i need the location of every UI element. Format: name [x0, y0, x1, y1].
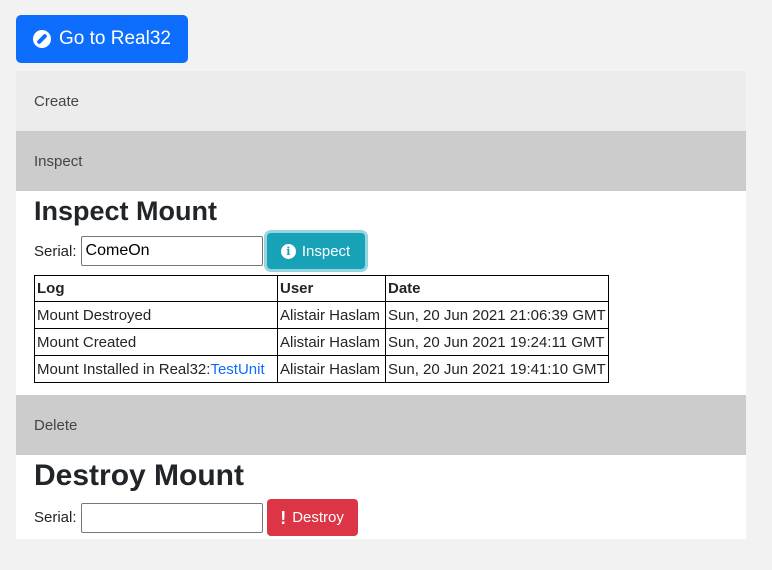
- destroy-serial-input[interactable]: [80, 502, 263, 533]
- destroy-button[interactable]: ! Destroy: [266, 499, 358, 536]
- destroy-serial-label: Serial:: [34, 509, 77, 526]
- inspect-button[interactable]: i Inspect: [266, 233, 365, 269]
- create-header-label: Create: [34, 92, 80, 110]
- go-to-real32-label: Go to Real32: [59, 28, 171, 49]
- inspect-serial-row: Serial: i Inspect: [34, 233, 728, 269]
- inspect-mount-title: Inspect Mount: [34, 196, 217, 226]
- info-icon: i: [280, 243, 296, 259]
- user-cell: Alistair Haslam: [277, 355, 386, 383]
- go-to-real32-button[interactable]: Go to Real32: [16, 15, 188, 63]
- date-cell: Sun, 20 Jun 2021 19:24:11 GMT: [385, 328, 609, 356]
- date-column-header: Date: [385, 275, 609, 302]
- table-row: Mount Destroyed Alistair Haslam Sun, 20 …: [34, 301, 609, 329]
- destroy-mount-title: Destroy Mount: [34, 459, 244, 492]
- log-cell-text: Mount Installed in Real32:: [37, 360, 211, 378]
- date-cell: Sun, 20 Jun 2021 19:41:10 GMT: [385, 355, 609, 383]
- create-section-header[interactable]: Create: [16, 71, 746, 131]
- log-cell: Mount Created: [34, 328, 278, 356]
- inspect-panel: Inspect Mount Serial: i Inspect Log User…: [16, 191, 746, 395]
- delete-section-header[interactable]: Delete: [16, 395, 746, 455]
- user-cell: Alistair Haslam: [277, 301, 386, 329]
- log-cell: Mount Destroyed: [34, 301, 278, 329]
- inspect-serial-label: Serial:: [34, 242, 77, 260]
- user-column-header: User: [277, 275, 386, 302]
- exclamation-icon: !: [280, 507, 287, 528]
- accordion: Create Inspect Inspect Mount Serial: i I…: [16, 71, 746, 539]
- destroy-button-label: Destroy: [292, 509, 344, 526]
- inspect-header-label: Inspect: [34, 152, 83, 170]
- table-row: Mount Created Alistair Haslam Sun, 20 Ju…: [34, 328, 609, 356]
- table-row: Mount Installed in Real32:TestUnit Alist…: [34, 355, 609, 383]
- destroy-serial-row: Serial: ! Destroy: [34, 499, 728, 536]
- user-cell: Alistair Haslam: [277, 328, 386, 356]
- date-cell: Sun, 20 Jun 2021 21:06:39 GMT: [385, 301, 609, 329]
- delete-panel: Destroy Mount Serial: ! Destroy: [16, 455, 746, 539]
- test-unit-link[interactable]: TestUnit: [210, 361, 264, 378]
- delete-header-label: Delete: [34, 416, 78, 434]
- log-cell: Mount Installed in Real32:TestUnit: [34, 355, 278, 383]
- mount-log-table: Log User Date Mount Destroyed Alistair H…: [34, 275, 609, 383]
- inspect-section-header[interactable]: Inspect: [16, 131, 746, 191]
- log-column-header: Log: [34, 275, 278, 302]
- inspect-serial-input[interactable]: [80, 236, 263, 266]
- table-header-row: Log User Date: [34, 275, 609, 302]
- inspect-button-label: Inspect: [301, 242, 351, 260]
- compass-icon: [33, 30, 52, 48]
